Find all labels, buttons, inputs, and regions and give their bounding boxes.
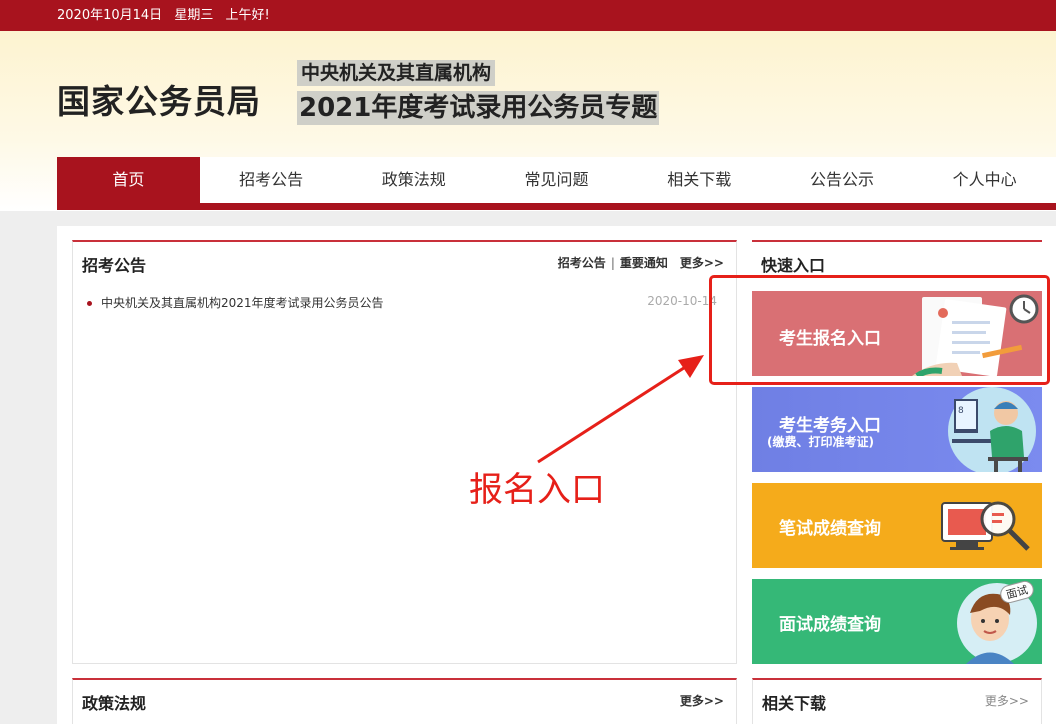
- bullet-icon: [87, 301, 92, 306]
- main-nav: 首页 招考公告 政策法规 常见问题 相关下载 公告公示 个人中心: [57, 157, 1056, 203]
- news-date: 2020-10-14: [647, 294, 717, 308]
- annotation-highlight-box: [709, 275, 1050, 385]
- notice-panel-links: 招考公告 | 重要通知 更多>>: [558, 254, 724, 271]
- written-score-query-tile[interactable]: 笔试成绩查询: [752, 483, 1042, 568]
- annotation-arrow-icon: [537, 355, 704, 464]
- link-separator: |: [610, 256, 615, 270]
- nav-faq[interactable]: 常见问题: [485, 157, 628, 203]
- policy-more-link[interactable]: 更多>>: [680, 692, 724, 709]
- notice-link-announcements[interactable]: 招考公告: [558, 256, 606, 270]
- notice-link-important[interactable]: 重要通知: [620, 256, 668, 270]
- policy-panel: 政策法规 更多>>: [72, 678, 737, 724]
- magnifier-screen-icon: [941, 501, 1030, 551]
- exam-affairs-entry-tile[interactable]: 考生考务入口 (缴费、打印准考证) 8: [752, 387, 1042, 472]
- site-logo[interactable]: 国家公务员局: [57, 75, 261, 123]
- interview-score-query-tile[interactable]: 面试成绩查询 面试: [752, 579, 1042, 664]
- svg-text:8: 8: [958, 406, 964, 416]
- nav-underline: [57, 203, 1056, 210]
- header-subtitle-topic: 2021年度考试录用公务员专题: [297, 91, 660, 125]
- nav-policies[interactable]: 政策法规: [342, 157, 485, 203]
- computer-user-icon: 8: [948, 387, 1036, 472]
- policy-panel-title: 政策法规: [82, 694, 147, 713]
- nav-exam-notices[interactable]: 招考公告: [200, 157, 343, 203]
- download-panel-title: 相关下载: [762, 694, 827, 713]
- current-date: 2020年10月14日: [57, 8, 163, 23]
- top-bar: 2020年10月14日 星期三 上午好!: [0, 0, 1056, 31]
- annotation-text: 报名入口: [469, 470, 605, 510]
- nav-announcements[interactable]: 公告公示: [771, 157, 914, 203]
- header-subtitle-org: 中央机关及其直属机构: [297, 60, 496, 86]
- download-panel: 相关下载 更多>>: [752, 678, 1042, 724]
- nav-downloads[interactable]: 相关下载: [628, 157, 771, 203]
- greeting: 上午好!: [225, 8, 270, 23]
- list-item[interactable]: 中央机关及其直属机构2021年度考试录用公务员公告 2020-10-14: [87, 294, 727, 311]
- exam-affairs-entry-sublabel: (缴费、打印准考证): [767, 435, 874, 449]
- interview-score-query-label: 面试成绩查询: [779, 615, 881, 635]
- news-title[interactable]: 中央机关及其直属机构2021年度考试录用公务员公告: [101, 296, 384, 310]
- written-score-query-label: 笔试成绩查询: [779, 519, 881, 539]
- current-weekday: 星期三: [174, 8, 214, 23]
- nav-home[interactable]: 首页: [57, 157, 200, 203]
- download-more-link[interactable]: 更多>>: [985, 692, 1029, 709]
- quick-entry-title: 快速入口: [761, 256, 826, 275]
- nav-personal-center[interactable]: 个人中心: [913, 157, 1056, 203]
- notice-more-link[interactable]: 更多>>: [680, 256, 724, 270]
- notice-panel-title: 招考公告: [82, 256, 147, 275]
